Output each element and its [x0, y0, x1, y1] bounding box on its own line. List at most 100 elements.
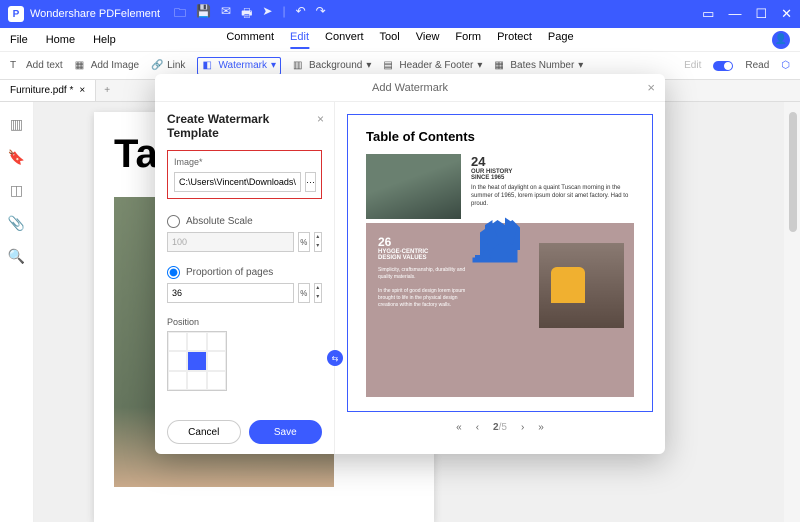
menu-home[interactable]: Home — [46, 34, 75, 46]
background-tool[interactable]: ▥Background▾ — [293, 60, 371, 72]
folder-icon[interactable]: 🗀 — [174, 4, 186, 25]
menu-bar: File Home Help Comment Edit Convert Tool… — [0, 28, 800, 52]
document-tab[interactable]: Furniture.pdf * × — [0, 80, 96, 101]
window-controls: ▭ — ☐ ✕ — [702, 6, 792, 22]
menu-protect[interactable]: Protect — [497, 31, 532, 49]
edit-mode-label: Edit — [684, 60, 701, 71]
preview-page: Table of Contents 24 OUR HISTORYSINCE 19… — [347, 114, 653, 412]
absolute-scale-radio[interactable] — [167, 215, 180, 228]
watermark-modal: Add Watermark × × Create Watermark Templ… — [155, 74, 665, 454]
header-footer-icon: ▤ — [383, 60, 395, 72]
modal-title: Add Watermark — [372, 82, 448, 94]
vertical-scrollbar[interactable] — [784, 102, 800, 522]
link-icon: 🔗 — [151, 60, 163, 72]
prop-spinner[interactable]: ▴▾ — [314, 283, 322, 303]
prev-page-icon[interactable]: ‹ — [476, 422, 479, 433]
chevron-down-icon: ▾ — [366, 60, 371, 71]
position-grid[interactable] — [167, 331, 227, 391]
user-avatar[interactable]: 👤 — [772, 31, 790, 49]
chevron-down-icon: ▾ — [271, 60, 276, 71]
tab-label: Furniture.pdf * — [10, 85, 73, 96]
preview-pager: « ‹ 2/5 › » — [347, 412, 653, 442]
edit-read-toggle[interactable] — [713, 61, 733, 71]
modal-header: Add Watermark × — [155, 74, 665, 102]
minimize-icon[interactable]: — — [728, 6, 741, 22]
app-title: Wondershare PDFelement — [30, 8, 160, 20]
menu-file[interactable]: File — [10, 34, 28, 46]
panel-close-icon[interactable]: × — [317, 112, 324, 126]
add-image-tool[interactable]: ▦Add Image — [75, 60, 139, 72]
background-icon: ▥ — [293, 60, 305, 72]
pct-unit: % — [298, 232, 310, 252]
menu-page[interactable]: Page — [548, 31, 574, 49]
bates-icon: ▦ — [494, 60, 506, 72]
last-page-icon[interactable]: » — [538, 422, 544, 433]
page-indicator: 2/5 — [493, 422, 507, 433]
watermark-preview: Table of Contents 24 OUR HISTORYSINCE 19… — [335, 102, 665, 454]
chevron-down-icon: ▾ — [477, 60, 482, 71]
next-page-icon[interactable]: › — [521, 422, 524, 433]
menu-comment[interactable]: Comment — [226, 31, 274, 49]
position-label: Position — [167, 317, 322, 327]
title-bar: P Wondershare PDFelement 🗀 💾 ✉ 🖶 ➤ | ↶ ↷… — [0, 0, 800, 28]
image-label: Image* — [174, 157, 203, 167]
bates-number-tool[interactable]: ▦Bates Number▾ — [494, 60, 583, 72]
redo-icon[interactable]: ↷ — [316, 4, 326, 25]
search-icon[interactable]: 🔍 — [8, 248, 25, 265]
watermark-settings-panel: × Create Watermark Template Image* ··· A… — [155, 102, 335, 454]
save-button[interactable]: Save — [249, 420, 323, 444]
tab-close-icon[interactable]: × — [79, 85, 85, 96]
watermark-icon: ◧ — [202, 60, 214, 72]
gear-icon[interactable]: ⬡ — [781, 60, 790, 71]
image-icon: ▦ — [75, 60, 87, 72]
menu-form[interactable]: Form — [455, 31, 481, 49]
proportion-radio[interactable] — [167, 266, 180, 279]
menu-convert[interactable]: Convert — [325, 31, 364, 49]
browse-button[interactable]: ··· — [305, 172, 316, 192]
link-tool[interactable]: 🔗Link — [151, 60, 185, 72]
pct-unit: % — [298, 283, 310, 303]
header-footer-tool[interactable]: ▤Header & Footer▾ — [383, 60, 482, 72]
print-icon[interactable]: 🖶 — [241, 4, 252, 25]
proportion-input[interactable] — [167, 283, 294, 303]
left-rail: ▥ 🔖 ◫ 📎 🔍 — [0, 102, 34, 522]
image-path-input[interactable] — [174, 172, 301, 192]
menu-tool[interactable]: Tool — [380, 31, 400, 49]
first-page-icon[interactable]: « — [456, 422, 462, 433]
modal-close-icon[interactable]: × — [647, 80, 655, 95]
position-center — [187, 351, 206, 370]
preview-chair-image — [539, 243, 624, 328]
layers-icon[interactable]: ◫ — [10, 182, 23, 199]
maximize-icon[interactable]: ☐ — [755, 6, 767, 22]
image-field-group: Image* ··· — [167, 150, 322, 199]
text-icon: T — [10, 60, 22, 72]
add-tab-button[interactable]: + — [96, 85, 118, 96]
menu-edit[interactable]: Edit — [290, 31, 309, 49]
close-icon[interactable]: ✕ — [781, 6, 792, 22]
mail-icon[interactable]: ✉ — [221, 4, 231, 25]
preview-image-1 — [366, 154, 461, 219]
share-icon[interactable]: ➤ — [262, 4, 272, 25]
watermark-overlay-icon — [465, 205, 535, 265]
attachment-icon[interactable]: 📎 — [8, 215, 25, 232]
bookmark-icon[interactable]: 🔖 — [8, 149, 25, 166]
proportion-label: Proportion of pages — [186, 267, 273, 278]
absolute-scale-input — [167, 232, 294, 252]
abs-spinner: ▴▾ — [314, 232, 322, 252]
app-logo: P — [8, 6, 24, 22]
preview-title: Table of Contents — [366, 129, 634, 144]
absolute-scale-label: Absolute Scale — [186, 216, 253, 227]
thumbnails-icon[interactable]: ▥ — [10, 116, 23, 133]
menu-view[interactable]: View — [416, 31, 440, 49]
undo-icon[interactable]: ↶ — [296, 4, 306, 25]
window-extra-icon[interactable]: ▭ — [702, 6, 714, 22]
cancel-button[interactable]: Cancel — [167, 420, 241, 444]
panel-title: Create Watermark Template — [167, 112, 322, 140]
save-icon[interactable]: 💾 — [196, 4, 211, 25]
panel-collapse-handle[interactable]: ⇆ — [327, 350, 343, 366]
add-text-tool[interactable]: TAdd text — [10, 60, 63, 72]
read-mode-label: Read — [745, 60, 769, 71]
chevron-down-icon: ▾ — [578, 60, 583, 71]
menu-help[interactable]: Help — [93, 34, 116, 46]
watermark-tool[interactable]: ◧Watermark▾ — [197, 57, 281, 75]
